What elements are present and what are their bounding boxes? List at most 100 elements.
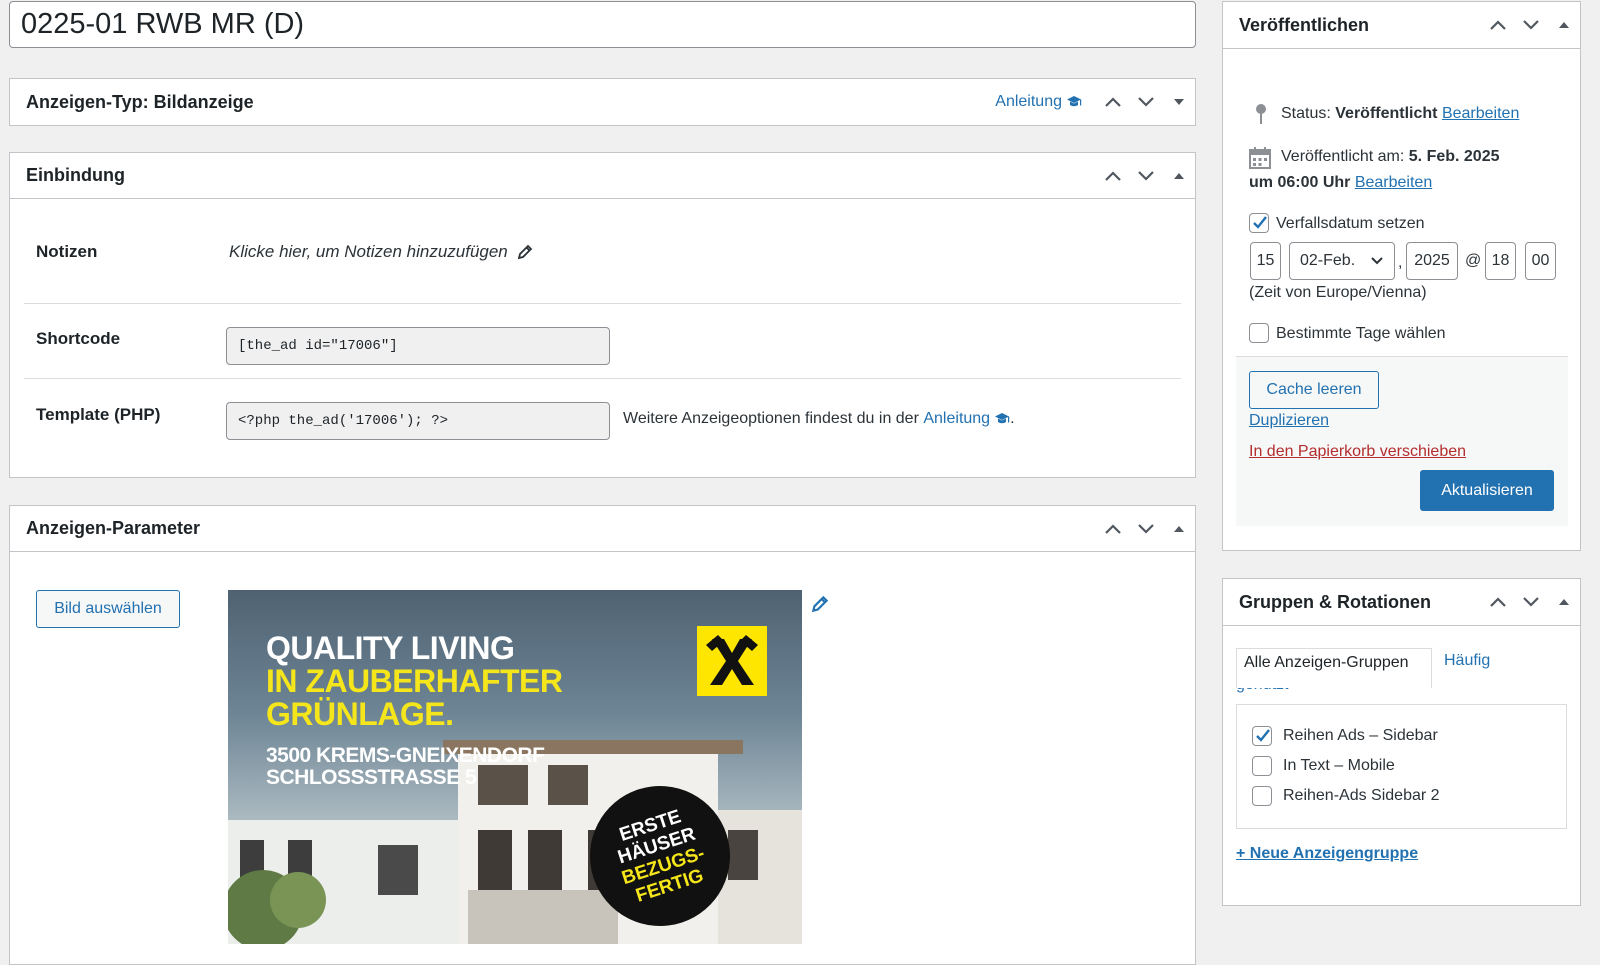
toggle-expand-icon[interactable] bbox=[1162, 79, 1195, 125]
move-up-icon[interactable] bbox=[1096, 506, 1129, 552]
published-date-line: Veröffentlicht am: 5. Feb. 2025 bbox=[1281, 148, 1500, 166]
timezone-note: (Zeit von Europe/Vienna) bbox=[1249, 284, 1427, 301]
expiry-month-value: 02-Feb. bbox=[1300, 252, 1356, 269]
tab-frequently-used[interactable]: Häufig bbox=[1444, 652, 1490, 670]
help-link[interactable]: Anleitung bbox=[995, 93, 1082, 111]
notes-add-link[interactable]: Klicke hier, um Notizen hinzuzufügen bbox=[229, 242, 534, 262]
pencil-icon bbox=[517, 244, 533, 260]
ad-type-box: Anzeigen-Typ: Bildanzeige Anleitung bbox=[9, 78, 1196, 126]
group-label: Reihen Ads – Sidebar bbox=[1283, 727, 1438, 744]
ad-address-1: 3500 KREMS-GNEIXENDORF bbox=[266, 744, 545, 767]
groups-header: Gruppen & Rotationen bbox=[1223, 579, 1580, 626]
template-php-field[interactable]: <?php the_ad('17006'); ?> bbox=[226, 402, 610, 440]
move-down-icon[interactable] bbox=[1129, 79, 1162, 125]
notes-placeholder: Klicke hier, um Notizen hinzuzufügen bbox=[229, 242, 508, 261]
help-link-label: Anleitung bbox=[995, 93, 1062, 110]
group-checkbox[interactable] bbox=[1252, 756, 1272, 776]
ad-type-title: Anzeigen-Typ: Bildanzeige bbox=[26, 91, 254, 112]
ad-headline-2: IN ZAUBERHAFTER bbox=[266, 663, 563, 699]
tab-all-groups[interactable]: Alle Anzeigen-Gruppen bbox=[1236, 648, 1432, 688]
template-hint: Weitere Anzeigeoptionen findest du in de… bbox=[623, 410, 1015, 428]
published-label: Veröffentlicht am: bbox=[1281, 148, 1405, 165]
ad-type-header: Anzeigen-Typ: Bildanzeige Anleitung bbox=[10, 79, 1195, 125]
move-down-icon[interactable] bbox=[1514, 579, 1547, 625]
template-help-link-label: Anleitung bbox=[923, 410, 991, 427]
select-image-button[interactable]: Bild auswählen bbox=[36, 590, 180, 628]
expiry-checkbox[interactable] bbox=[1249, 213, 1269, 233]
ad-headline-3: GRÜNLAGE. bbox=[266, 696, 454, 732]
date-comma: , bbox=[1398, 254, 1403, 271]
specific-days-label: Bestimmte Tage wählen bbox=[1276, 325, 1446, 342]
expiry-month-select[interactable]: 02-Feb. bbox=[1289, 242, 1395, 280]
notes-label: Notizen bbox=[36, 242, 98, 261]
expiry-year-input[interactable]: 2025 bbox=[1406, 242, 1458, 280]
group-label: In Text – Mobile bbox=[1283, 757, 1395, 774]
move-up-icon[interactable] bbox=[1096, 153, 1129, 199]
toggle-collapse-icon[interactable] bbox=[1547, 579, 1580, 625]
expiry-day-input[interactable]: 15 bbox=[1250, 242, 1281, 280]
template-label: Template (PHP) bbox=[36, 405, 161, 424]
embed-title: Einbindung bbox=[26, 165, 125, 185]
publish-header: Veröffentlichen bbox=[1223, 2, 1580, 49]
duplicate-link[interactable]: Duplizieren bbox=[1249, 412, 1329, 430]
checkmark-icon bbox=[1253, 216, 1267, 229]
expiry-hour-input[interactable]: 18 bbox=[1485, 242, 1516, 280]
ad-image-preview: QUALITY LIVING IN ZAUBERHAFTER GRÜNLAGE.… bbox=[228, 590, 802, 944]
toggle-collapse-icon[interactable] bbox=[1162, 153, 1195, 199]
toggle-collapse-icon[interactable] bbox=[1162, 506, 1195, 552]
group-checkbox[interactable] bbox=[1252, 786, 1272, 806]
move-up-icon[interactable] bbox=[1096, 79, 1129, 125]
template-hint-end: . bbox=[1010, 410, 1015, 427]
raiffeisen-logo bbox=[697, 626, 767, 696]
move-down-icon[interactable] bbox=[1129, 153, 1162, 199]
group-item[interactable]: Reihen Ads – Sidebar bbox=[1252, 726, 1552, 750]
row-divider bbox=[24, 303, 1181, 304]
template-help-link[interactable]: Anleitung bbox=[923, 410, 1010, 428]
group-item[interactable]: In Text – Mobile bbox=[1252, 756, 1552, 780]
shortcode-field[interactable]: [the_ad id="17006"] bbox=[226, 327, 610, 365]
move-up-icon[interactable] bbox=[1481, 579, 1514, 625]
calendar-icon bbox=[1249, 147, 1271, 169]
published-time: um 06:00 Uhr bbox=[1249, 174, 1351, 191]
graduation-cap-icon bbox=[995, 413, 1010, 424]
status-label: Status: bbox=[1281, 105, 1331, 122]
embed-box: Einbindung Notizen Klicke hier, um Notiz… bbox=[9, 152, 1196, 478]
post-title-input[interactable]: 0225-01 RWB MR (D) bbox=[9, 1, 1196, 48]
template-hint-text: Weitere Anzeigeoptionen findest du in de… bbox=[623, 410, 919, 427]
chevron-down-icon bbox=[1371, 257, 1383, 265]
group-checkbox[interactable] bbox=[1252, 726, 1272, 746]
status-line: Status: Veröffentlicht Bearbeiten bbox=[1281, 105, 1519, 123]
graduation-cap-icon bbox=[1067, 96, 1082, 107]
tab-frequent-label: Häufig bbox=[1444, 652, 1491, 669]
ad-address-2: SCHLOSSSTRASSE 5 bbox=[266, 766, 477, 789]
groups-title: Gruppen & Rotationen bbox=[1239, 591, 1431, 612]
edit-image-pencil-icon[interactable] bbox=[810, 594, 830, 619]
edit-date-link[interactable]: Bearbeiten bbox=[1355, 174, 1432, 191]
move-down-icon[interactable] bbox=[1514, 2, 1547, 48]
new-group-link[interactable]: + Neue Anzeigengruppe bbox=[1236, 845, 1418, 863]
at-sign: @ bbox=[1465, 252, 1482, 269]
checkmark-icon bbox=[1256, 729, 1270, 742]
row-divider bbox=[24, 378, 1181, 379]
move-down-icon[interactable] bbox=[1129, 506, 1162, 552]
toggle-collapse-icon[interactable] bbox=[1547, 2, 1580, 48]
edit-status-link[interactable]: Bearbeiten bbox=[1442, 105, 1519, 122]
ad-params-header: Anzeigen-Parameter bbox=[10, 506, 1195, 552]
update-button[interactable]: Aktualisieren bbox=[1420, 470, 1554, 511]
group-item[interactable]: Reihen-Ads Sidebar 2 bbox=[1252, 786, 1552, 810]
trash-link[interactable]: In den Papierkorb verschieben bbox=[1249, 443, 1466, 461]
publish-title: Veröffentlichen bbox=[1239, 14, 1370, 35]
ad-params-title: Anzeigen-Parameter bbox=[26, 518, 201, 538]
specific-days-checkbox[interactable] bbox=[1249, 323, 1269, 343]
published-date: 5. Feb. 2025 bbox=[1408, 148, 1500, 165]
embed-header: Einbindung bbox=[10, 153, 1195, 199]
status-value: Veröffentlicht bbox=[1335, 105, 1438, 122]
move-up-icon[interactable] bbox=[1481, 2, 1514, 48]
pin-icon bbox=[1256, 104, 1266, 124]
clear-cache-button[interactable]: Cache leeren bbox=[1249, 371, 1379, 409]
group-label: Reihen-Ads Sidebar 2 bbox=[1283, 787, 1440, 804]
expiry-minute-input[interactable]: 00 bbox=[1525, 242, 1556, 280]
shortcode-label: Shortcode bbox=[36, 329, 121, 348]
published-time-line: um 06:00 Uhr Bearbeiten bbox=[1249, 174, 1432, 192]
expiry-label: Verfallsdatum setzen bbox=[1276, 215, 1425, 232]
